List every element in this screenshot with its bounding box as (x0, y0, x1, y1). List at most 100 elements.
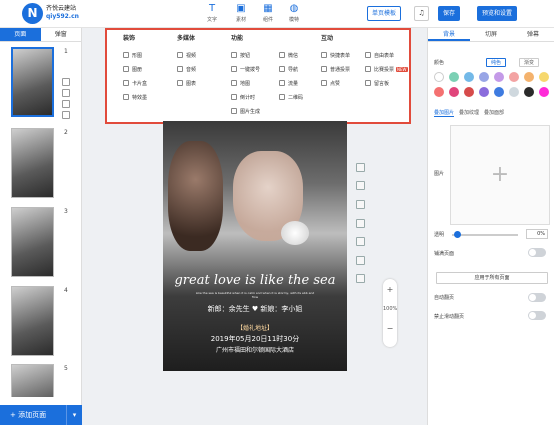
delete-page-icon[interactable] (62, 111, 70, 119)
tool-text[interactable]: T 文字 (200, 3, 224, 23)
tab-pages[interactable]: 页面 (0, 28, 41, 41)
menu-item-shape[interactable]: 形图 (123, 52, 142, 59)
menu-item-image-gen[interactable]: 图片生成 (231, 108, 260, 115)
undo-icon[interactable] (356, 163, 365, 172)
music-button[interactable]: ♫ (414, 6, 429, 21)
canvas-subline[interactable]: Like the sea is beautiful when it is cal… (193, 291, 317, 299)
menu-item-nav[interactable]: 导航 (279, 66, 298, 73)
opacity-slider-handle[interactable] (454, 231, 461, 238)
page-thumb-3[interactable]: 3 (0, 207, 82, 277)
menu-item-map[interactable]: 地图 (231, 80, 250, 87)
menu-item-countdown[interactable]: 倒计时 (231, 94, 255, 101)
menu-item-dial[interactable]: 一键拨号 (231, 66, 260, 73)
color-swatch[interactable] (434, 87, 444, 97)
opacity-slider-track[interactable] (452, 234, 518, 236)
color-swatch[interactable] (464, 72, 474, 82)
page-thumb-5[interactable]: 5 (0, 364, 82, 397)
page-thumb-2[interactable]: 2 (0, 128, 82, 198)
chevron-down-icon[interactable]: ▾ (66, 405, 82, 425)
disable-swipe-toggle[interactable] (528, 311, 546, 320)
menu-item-video[interactable]: 视频 (177, 52, 196, 59)
apply-all-pages-button[interactable]: 应用于所有页面 (436, 272, 548, 284)
preview-settings-button[interactable]: 预览和设置 (477, 6, 518, 21)
opacity-value-input[interactable]: 0% (526, 229, 548, 239)
couple-names[interactable]: 新郎：余先生 ♥ 新娘：李小姐 (163, 304, 347, 314)
canvas-headline[interactable]: great love is like the sea (163, 273, 347, 288)
menu-item-qrcode[interactable]: 二维码 (279, 94, 303, 101)
color-swatch[interactable] (449, 87, 459, 97)
wedding-date[interactable]: 2019年05月20日11时30分 (163, 334, 347, 344)
play-icon[interactable] (356, 200, 365, 209)
save-button[interactable]: 保存 (438, 6, 461, 21)
wechat-icon (279, 52, 285, 58)
menu-item-vote[interactable]: 普通投票 (321, 66, 350, 73)
tab-popups[interactable]: 弹窗 (41, 28, 82, 41)
menu-item-button[interactable]: 按钮 (231, 52, 250, 59)
tab-overlay-face[interactable]: 叠加面部 (484, 109, 504, 117)
color-swatch[interactable] (434, 72, 444, 82)
page-canvas[interactable]: great love is like the sea Like the sea … (163, 121, 347, 371)
add-page-button[interactable]: + 添加页面 ▾ (0, 405, 82, 425)
auto-flip-toggle[interactable] (528, 293, 546, 302)
menu-item-free-form[interactable]: 自由表单 (365, 52, 394, 59)
menu-item-contest-vote[interactable]: 比赛投票 NEW (365, 66, 408, 73)
tool-image[interactable]: ▣ 素材 (229, 3, 253, 23)
color-swatch[interactable] (539, 87, 549, 97)
message-icon (365, 80, 371, 86)
menu-item-like[interactable]: 点赞 (321, 80, 340, 87)
color-swatch[interactable] (494, 72, 504, 82)
color-swatch[interactable] (509, 72, 519, 82)
color-swatch[interactable] (524, 87, 534, 97)
menu-item-quick-form[interactable]: 快捷表单 (321, 52, 350, 59)
gradient-button[interactable]: 渐变 (519, 58, 540, 67)
address-title[interactable]: 【婚礼地址】 (163, 323, 347, 332)
color-swatch[interactable] (539, 72, 549, 82)
tool-model[interactable]: ◍ 模特 (282, 3, 306, 23)
opacity-label: 透明 (434, 232, 445, 238)
menu-item-effect[interactable]: 特效墨 (123, 94, 147, 101)
redo-icon[interactable] (356, 181, 365, 190)
page-number: 4 (64, 287, 68, 294)
color-swatch[interactable] (479, 87, 489, 97)
wedding-venue[interactable]: 广州市福田和尔顿国际大酒店 (163, 345, 347, 354)
menu-item-album[interactable]: 图册 (123, 66, 142, 73)
copy-icon[interactable] (356, 237, 365, 246)
map-icon (231, 80, 237, 86)
tool-component[interactable]: ▦ 组件 (256, 3, 280, 23)
color-swatch[interactable] (449, 72, 459, 82)
tab-overlay-texture[interactable]: 叠加纹理 (459, 109, 479, 117)
add-page-icon[interactable] (62, 89, 70, 97)
color-swatch[interactable] (464, 87, 474, 97)
color-swatch[interactable] (524, 72, 534, 82)
duplicate-icon[interactable] (62, 100, 70, 108)
color-swatch[interactable] (494, 87, 504, 97)
single-page-mode-button[interactable]: 单页模板 (367, 6, 402, 21)
zoom-in-button[interactable]: + (383, 285, 397, 294)
tab-background[interactable]: 背景 (428, 28, 470, 41)
brand-domain: qiy592.cn (46, 13, 79, 20)
menu-item-label: 比赛投票 (374, 67, 395, 73)
menu-item-traffic[interactable]: 流量 (279, 80, 298, 87)
layers-icon[interactable] (356, 219, 365, 228)
preview-icon[interactable] (356, 256, 365, 265)
image-upload-box[interactable]: + (450, 125, 550, 225)
zoom-out-button[interactable]: − (383, 324, 397, 333)
zoom-control: + 100% − (383, 279, 397, 347)
tab-danmaku[interactable]: 弹幕 (512, 28, 554, 41)
menu-item-chart[interactable]: 图表 (177, 80, 196, 87)
menu-item-audio[interactable]: 音频 (177, 66, 196, 73)
page-thumb-image (11, 128, 54, 198)
menu-item-card[interactable]: 卡片盒 (123, 80, 147, 87)
page-thumb-4[interactable]: 4 (0, 286, 82, 356)
copy-page-icon[interactable] (62, 78, 70, 86)
form-icon (365, 52, 371, 58)
menu-item-message-board[interactable]: 留言板 (365, 80, 389, 87)
tab-transition[interactable]: 切屏 (470, 28, 512, 41)
download-icon[interactable] (356, 274, 365, 283)
tab-overlay-image[interactable]: 叠加图片 (434, 109, 455, 117)
tile-page-toggle[interactable] (528, 248, 546, 257)
color-swatch[interactable] (479, 72, 489, 82)
solid-color-button[interactable]: 纯色 (486, 58, 507, 67)
menu-item-wechat[interactable]: 微信 (279, 52, 298, 59)
color-swatch[interactable] (509, 87, 519, 97)
